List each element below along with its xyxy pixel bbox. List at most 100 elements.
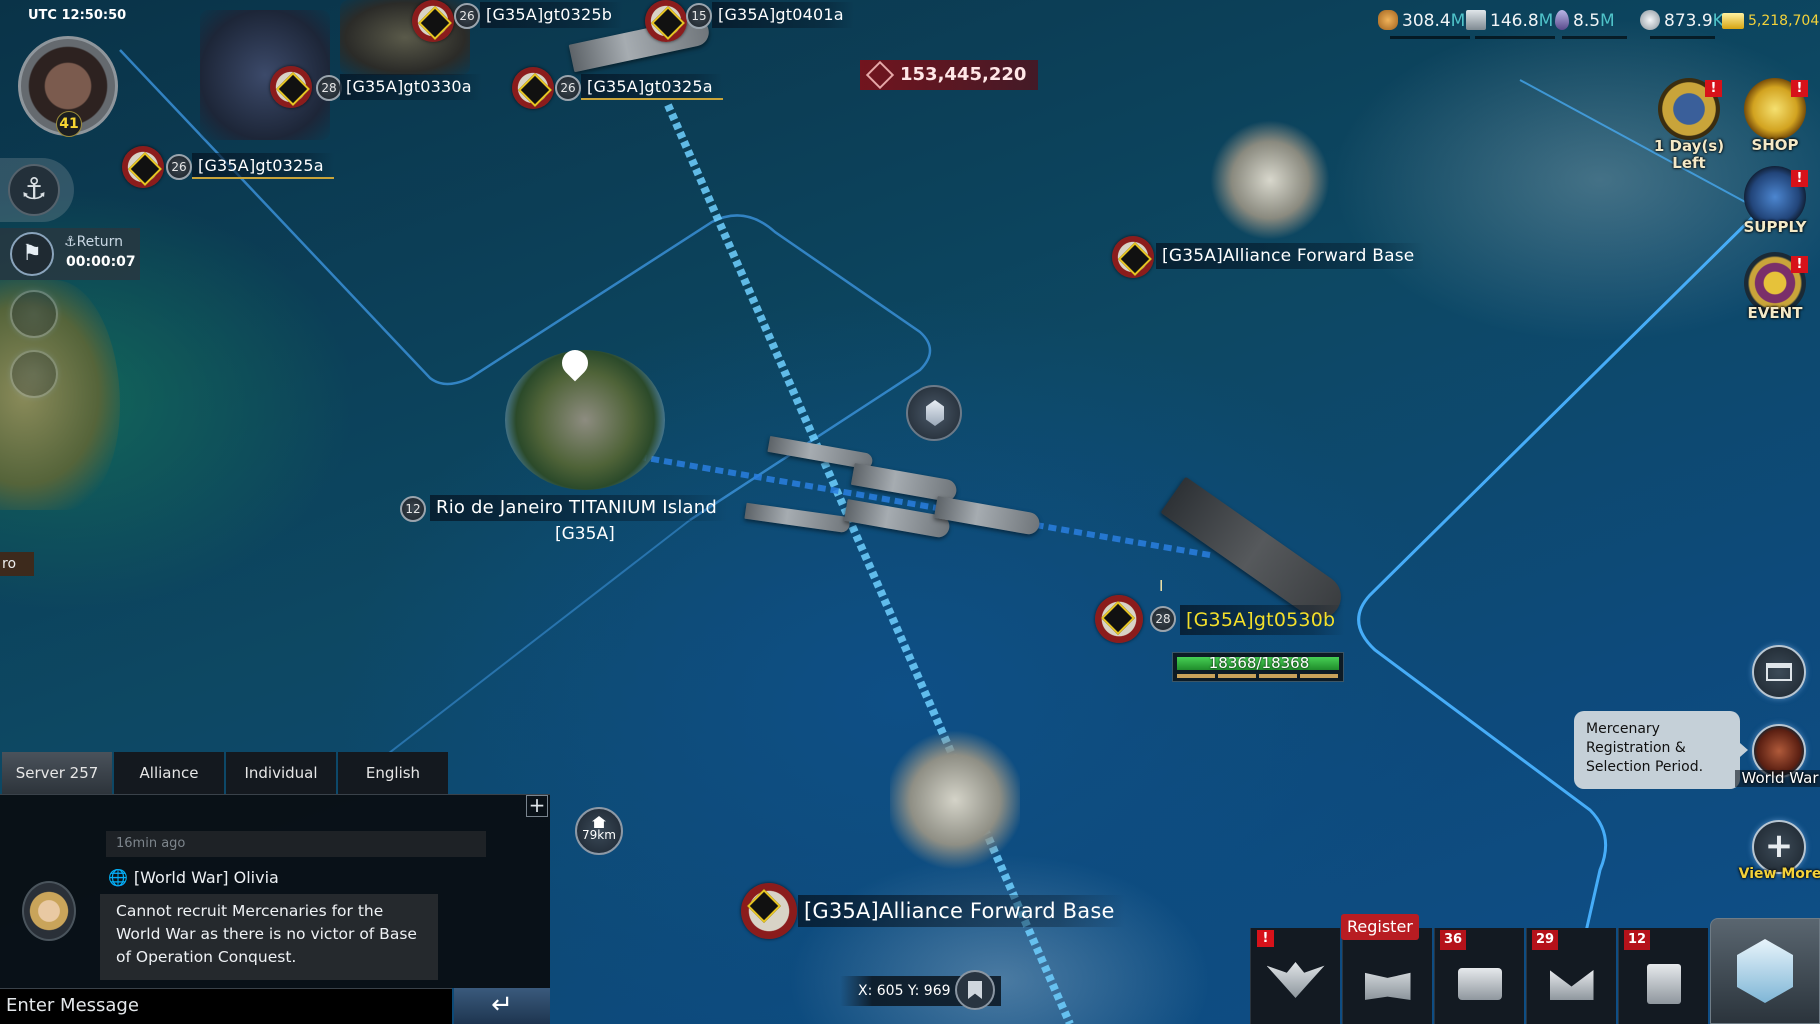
forward-base-building[interactable] (890, 725, 1020, 875)
plus-icon: + (1764, 826, 1794, 866)
alliance-emblem-icon (270, 66, 312, 108)
book-pen-icon (1364, 972, 1411, 1000)
player-name: [G35A]gt0330a (340, 74, 482, 100)
flag-icon: ⚑ (10, 232, 54, 276)
crystal-icon (926, 400, 944, 426)
chat-message-text: Cannot recruit Mercenaries for the World… (116, 902, 417, 966)
base-name: [G35A]Alliance Forward Base (1156, 243, 1425, 269)
morale-bar (1177, 674, 1339, 678)
chest-button[interactable] (1752, 645, 1806, 699)
return-panel[interactable]: ⚑ ⚓Return 00:00:07 (0, 228, 140, 280)
forward-base-building[interactable] (1210, 120, 1330, 240)
resource-oil-bar (1562, 36, 1627, 39)
alliance-wings-icon (1266, 962, 1325, 998)
chat-timestamp: 16min ago (106, 831, 486, 857)
power-display: 153,445,220 (860, 60, 1039, 90)
anchor-icon: ⚓ (8, 164, 60, 216)
view-more-label: View More (1738, 866, 1820, 882)
gold-bars-icon (1722, 13, 1744, 29)
anchor-button[interactable]: ⚓ (0, 158, 74, 222)
tab-english[interactable]: English (338, 752, 448, 794)
player-level-badge: 26 (555, 75, 581, 101)
home-icon (592, 816, 606, 828)
mail-badge: 29 (1532, 930, 1559, 950)
chat-panel[interactable]: + 16min ago 🌐 [World War] Olivia Cannot r… (0, 794, 550, 988)
bookmark-button[interactable] (955, 970, 995, 1010)
tooltip-arrow (1740, 743, 1748, 757)
shop-alert-icon: ! (1791, 80, 1808, 97)
coords-text: X: 605 Y: 969 (858, 983, 951, 999)
tab-alliance[interactable]: Alliance (114, 752, 224, 794)
bookmark-icon (968, 981, 982, 999)
supply-label: SUPPLY (1743, 218, 1807, 236)
tasks-badge: 12 (1624, 930, 1651, 950)
resource-food[interactable]: 308.4M (1378, 10, 1465, 32)
alliance-emblem-icon (1095, 595, 1143, 643)
player-level-badge: 28 (316, 75, 342, 101)
side-tag[interactable]: ro (0, 552, 34, 576)
register-button[interactable]: Register (1341, 914, 1432, 1024)
world-war-label: World War (1735, 770, 1820, 787)
clipboard-check-icon (1646, 964, 1681, 1004)
items-button[interactable]: 36 (1434, 928, 1524, 1024)
resource-silver[interactable]: 873.9K (1640, 10, 1724, 32)
alliance-emblem-icon (741, 883, 797, 939)
left-add-button[interactable] (10, 350, 58, 398)
alliance-button[interactable]: ! (1250, 928, 1340, 1024)
anchor-small-icon: ⚓ (64, 234, 77, 250)
chat-input[interactable]: Enter Message (0, 988, 452, 1024)
power-icon (865, 60, 895, 90)
player-name: [G35A]gt0401a (712, 2, 854, 28)
bread-icon (1378, 10, 1398, 30)
base-name: [G35A]Alliance Forward Base (798, 895, 1125, 927)
utc-clock: UTC 12:50:50 (28, 8, 127, 23)
resource-steel-bar (1475, 36, 1555, 39)
player-name: [G35A]gt0325a (581, 74, 723, 100)
sender-avatar[interactable] (22, 881, 76, 941)
mail-button[interactable]: 29 (1526, 928, 1616, 1024)
alliance-emblem-icon (512, 67, 554, 109)
march-route (664, 103, 1074, 1024)
tab-server[interactable]: Server 257 (2, 752, 112, 794)
hp-text: 18368/18368 (1208, 654, 1310, 672)
tasks-button[interactable]: 12 (1618, 928, 1708, 1024)
home-distance: 79km (582, 828, 616, 842)
resource-steel[interactable]: 146.8M (1466, 10, 1553, 32)
chat-message-bubble: Cannot recruit Mercenaries for the World… (100, 894, 438, 980)
expand-chat-button[interactable]: + (526, 795, 548, 817)
resource-gold[interactable]: 5,218,704 (1722, 10, 1819, 32)
chat-input-placeholder: Enter Message (6, 995, 139, 1016)
enter-icon: ↵ (491, 990, 513, 1020)
territory-border (1357, 208, 1762, 1024)
fleet-name: [G35A]gt0530b (1180, 605, 1346, 635)
steel-beam-icon (1466, 10, 1486, 30)
shop-label: SHOP (1751, 136, 1799, 154)
alliance-emblem-icon (1112, 236, 1154, 278)
left-quick-button[interactable] (10, 290, 58, 338)
send-button[interactable]: ↵ (454, 988, 550, 1024)
player-name: [G35A]gt0325a (192, 153, 334, 179)
territory-border (379, 519, 691, 761)
tab-individual[interactable]: Individual (226, 752, 336, 794)
side-tag-text: ro (2, 556, 17, 572)
supply-alert-icon: ! (1791, 170, 1808, 187)
globe-icon: 🌐 (108, 868, 128, 887)
crystal-resource-marker[interactable] (906, 385, 962, 441)
player-base-building[interactable] (200, 10, 330, 140)
player-level-badge: 26 (454, 3, 480, 29)
player-level: 41 (56, 111, 82, 137)
tooltip-text: Mercenary Registration & Selection Perio… (1586, 721, 1704, 775)
event-label: EVENT (1747, 304, 1803, 322)
chest-storage-icon (1457, 968, 1502, 1000)
mail-icon (1549, 970, 1594, 1000)
alliance-alert-icon: ! (1257, 930, 1274, 947)
resource-oil[interactable]: 8.5M (1555, 10, 1615, 32)
home-distance-button[interactable]: 79km (575, 807, 623, 855)
base-menu-button[interactable] (1710, 918, 1820, 1024)
resource-silver-bar (1650, 36, 1715, 39)
fleet-hp-bar: 18368/18368 (1172, 652, 1344, 682)
island-level-badge: 12 (400, 496, 426, 522)
player-level-badge: 15 (686, 3, 712, 29)
chat-sender: 🌐 [World War] Olivia (108, 868, 279, 887)
fleet-tier: I (1159, 577, 1164, 595)
